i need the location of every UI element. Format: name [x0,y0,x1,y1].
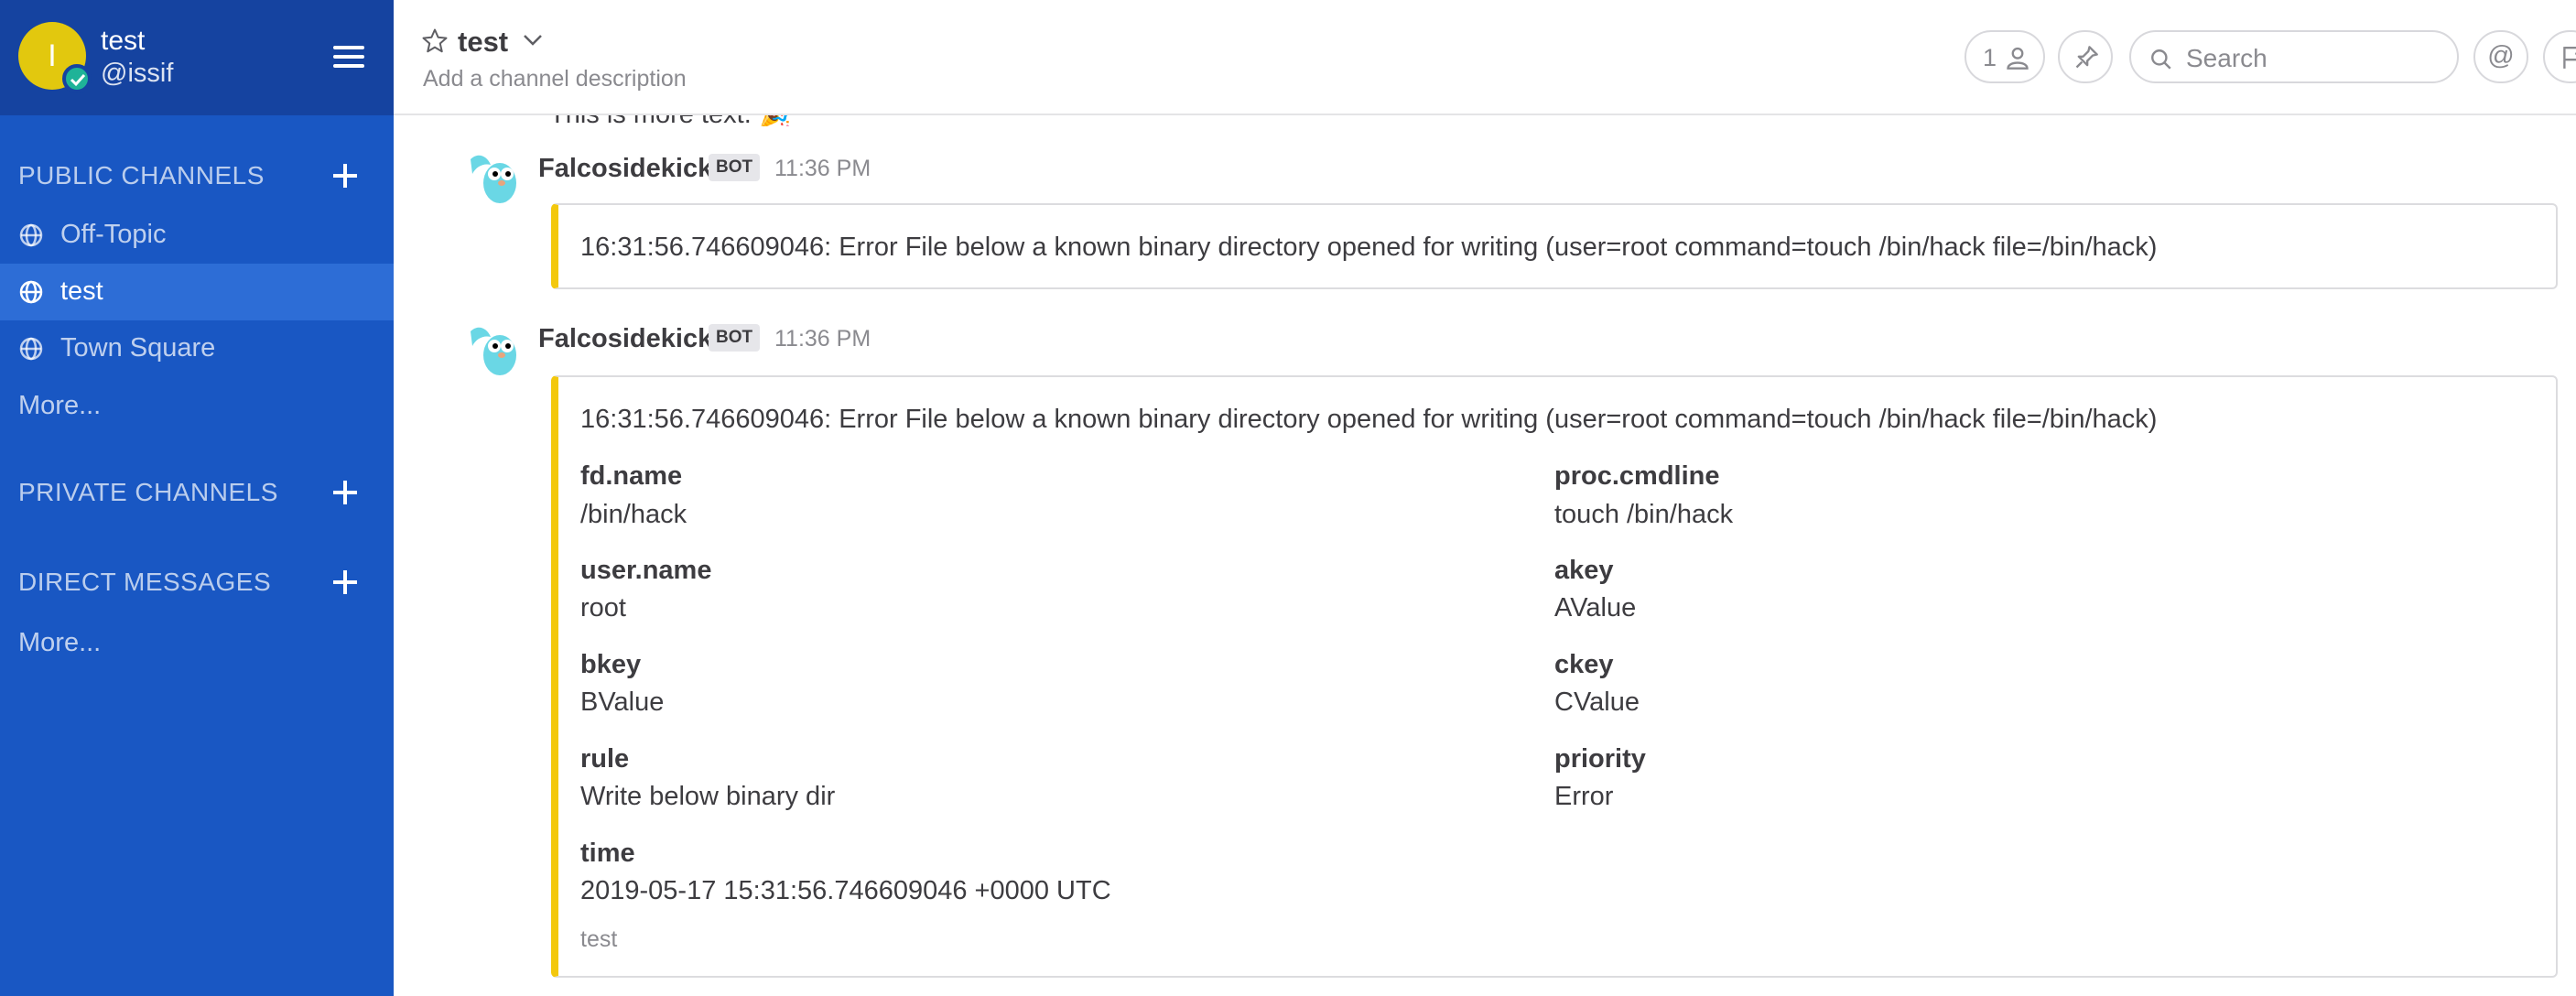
chevron-down-icon[interactable] [522,33,544,48]
online-status-icon [62,64,92,93]
globe-icon [19,223,43,247]
field-value: touch /bin/hack [1554,500,1734,529]
sidebar-item-label: Off-Topic [60,220,167,249]
attachment-text: 16:31:56.746609046: Error File below a k… [580,233,2158,262]
bot-avatar[interactable] [465,319,522,381]
public-channels-title: PUBLIC CHANNELS [18,161,265,189]
post-author[interactable]: Falcosidekick [538,154,712,184]
bot-avatar[interactable] [465,146,522,209]
field-value: Error [1554,782,1614,811]
sidebar-item-test[interactable]: test [0,264,394,320]
field-title: akey [1554,556,1614,585]
field-title: ckey [1554,650,1614,679]
direct-messages-more-link[interactable]: More... [18,628,101,658]
public-channels-more-link[interactable]: More... [18,391,101,421]
globe-icon [19,337,43,361]
bot-tag: BOT [709,154,761,181]
channel-name[interactable]: test [458,26,508,59]
search-icon [2151,49,2171,70]
field-value: root [580,593,626,622]
field-value: /bin/hack [580,500,687,529]
recent-mentions-button[interactable]: @ [2473,30,2528,83]
bot-tag: BOT [709,324,761,352]
post-author[interactable]: Falcosidekick [538,324,712,354]
flag-icon [2563,47,2576,69]
private-channels-title: PRIVATE CHANNELS [18,478,278,506]
channel-header: test Add a channel description 1 Search … [394,0,2576,115]
at-icon: @ [2487,41,2515,70]
attachment-text: 16:31:56.746609046: Error File below a k… [580,405,2158,434]
team-name[interactable]: test [101,26,145,57]
field-value: BValue [580,687,665,717]
field-title: rule [580,744,630,774]
field-value: Write below binary dir [580,782,836,811]
member-count: 1 [1983,44,1997,71]
flagged-posts-button[interactable] [2543,30,2576,83]
sidebar-item-off-topic[interactable]: Off-Topic [0,207,394,264]
field-title: time [580,839,635,868]
pinned-posts-button[interactable] [2058,30,2113,83]
field-title: bkey [580,650,642,679]
sidebar-item-label: Town Square [60,333,216,363]
attachment-card: 16:31:56.746609046: Error File below a k… [551,375,2558,978]
attachment-card: 16:31:56.746609046: Error File below a k… [551,203,2558,289]
search-placeholder: Search [2186,44,2268,72]
member-list-button[interactable]: 1 [1964,30,2045,83]
search-input[interactable]: Search [2129,30,2459,83]
post-time[interactable]: 11:36 PM [774,326,871,352]
field-value: 2019-05-17 15:31:56.746609046 +0000 UTC [580,876,1111,905]
field-title: proc.cmdline [1554,461,1720,491]
add-direct-message-button[interactable] [331,568,359,596]
field-value: AValue [1554,593,1637,622]
direct-messages-title: DIRECT MESSAGES [18,568,272,596]
field-title: user.name [580,556,712,585]
add-private-channel-button[interactable] [331,479,359,506]
post-time[interactable]: 11:36 PM [774,156,871,182]
pin-icon [2075,46,2098,69]
sidebar-item-town-square[interactable]: Town Square [0,320,394,377]
username: @issif [101,59,174,88]
sidebar: I test @issif PUBLIC CHANNELS Off-Topic … [0,0,394,996]
add-public-channel-button[interactable] [331,162,359,189]
hamburger-menu-icon[interactable] [333,46,364,70]
sidebar-header: I test @issif [0,0,394,115]
channel-description[interactable]: Add a channel description [423,66,687,92]
globe-icon [19,280,43,304]
star-icon[interactable] [421,27,449,55]
field-title: fd.name [580,461,683,491]
previous-message-text: This is more text. 🎉 [549,115,792,126]
attachment-footer: test [580,926,618,952]
sidebar-item-label: test [60,276,103,306]
user-icon [2007,47,2029,70]
field-title: priority [1554,744,1646,774]
field-value: CValue [1554,687,1640,717]
